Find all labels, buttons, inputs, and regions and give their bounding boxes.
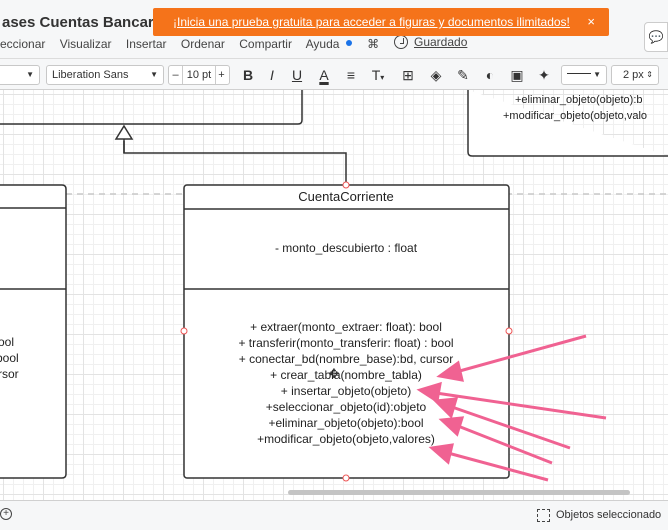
sibling-method-text: ool <box>0 335 14 349</box>
method-text: + crear_tabla(nombre_tabla) <box>270 368 422 382</box>
attribute-text: - monto_descubierto : float <box>275 241 418 255</box>
font-family-select[interactable]: Liberation Sans ▼ <box>46 65 164 85</box>
saved-status[interactable]: Guardado <box>394 35 467 49</box>
font-size-stepper[interactable]: –10 pt + <box>168 65 230 85</box>
inheritance-arrow-icon <box>114 124 134 140</box>
sibling-method-text: bool <box>0 351 19 365</box>
format-toolbar: ▼ Liberation Sans ▼ –10 pt + B I U A ≡ T▾ … <box>0 58 668 90</box>
text-options-icon[interactable]: T▾ <box>368 65 388 85</box>
class-name-text: CuentaCorriente <box>298 189 393 204</box>
title-bar: ases Cuentas Bancaria eccionar Visualiza… <box>0 0 668 58</box>
menu-item-share[interactable]: Compartir <box>239 37 292 51</box>
method-text: +seleccionar_objeto(id):objeto <box>266 400 427 414</box>
trial-banner-link[interactable]: ¡Inicia una prueba gratuita para acceder… <box>173 15 570 29</box>
bold-button[interactable]: B <box>238 65 258 85</box>
sibling-method-text: rsor <box>0 367 19 381</box>
move-cursor-icon: ✥ <box>329 366 340 381</box>
menu-item-select[interactable]: eccionar <box>0 37 45 51</box>
method-text: + extraer(monto_extraer: float): bool <box>250 320 442 334</box>
selection-icon <box>537 509 550 522</box>
opacity-icon[interactable]: ◐ <box>480 65 500 85</box>
font-size-value[interactable]: 10 pt <box>183 66 215 84</box>
zoom-icon[interactable]: + <box>0 508 12 520</box>
font-color-button[interactable]: A <box>314 65 334 85</box>
chevron-down-icon: ▼ <box>26 70 34 79</box>
align-icon[interactable]: ≡ <box>341 65 361 85</box>
method-text: +modificar_objeto(objeto,valores) <box>257 432 435 446</box>
method-text: + conectar_bd(nombre_base):bd, cursor <box>239 352 453 366</box>
line-width-value: 2 px <box>623 69 644 81</box>
sibling-class-box <box>0 184 67 479</box>
stepper-icon: ⇕ <box>646 70 653 79</box>
status-bar: + Objetos seleccionado <box>0 500 668 530</box>
font-family-value: Liberation Sans <box>52 69 129 81</box>
method-text: + transferir(monto_transferir: float) : … <box>238 336 453 350</box>
shortcuts-icon[interactable]: ⌘ <box>367 37 379 51</box>
close-icon[interactable]: × <box>587 14 595 29</box>
menu-item-view[interactable]: Visualizar <box>60 37 112 51</box>
line-width-select[interactable]: 2 px ⇕ <box>611 65 659 85</box>
saved-check-icon <box>394 35 408 49</box>
chevron-down-icon: ▼ <box>150 70 158 79</box>
chevron-down-icon: ▼ <box>593 70 601 79</box>
connection-point <box>180 327 188 335</box>
selection-status-text: Objetos seleccionado <box>556 509 662 521</box>
font-size-decrease-button[interactable]: – <box>169 66 183 84</box>
menu-bar: eccionar Visualizar Insertar Ordenar Com… <box>0 37 390 51</box>
notification-dot <box>345 40 352 46</box>
document-title[interactable]: ases Cuentas Bancaria <box>2 14 166 31</box>
menu-item-arrange[interactable]: Ordenar <box>181 37 225 51</box>
parent-class-box <box>0 90 303 125</box>
style-icon[interactable]: ▣ <box>507 65 527 85</box>
inheritance-connector <box>123 141 347 182</box>
style-dropdown[interactable]: ▼ <box>0 65 40 85</box>
underline-button[interactable]: U <box>287 65 307 85</box>
top-right-method-text: +modificar_objeto(objeto,valo <box>503 110 647 122</box>
top-right-method-text: +eliminar_objeto(objeto):b <box>515 94 643 106</box>
method-text: +eliminar_objeto(objeto):bool <box>268 416 423 430</box>
connection-point <box>342 474 350 482</box>
trial-banner[interactable]: ¡Inicia una prueba gratuita para acceder… <box>153 8 609 36</box>
connection-point <box>342 181 350 189</box>
line-color-icon[interactable]: ✎ <box>453 65 473 85</box>
font-size-increase-button[interactable]: + <box>215 66 227 84</box>
saved-label: Guardado <box>414 35 468 49</box>
diagram-svg: +eliminar_objeto(objeto):b +modificar_ob… <box>0 90 668 495</box>
comment-icon[interactable]: 💬 <box>644 22 668 52</box>
menu-item-insert[interactable]: Insertar <box>126 37 167 51</box>
fill-color-icon[interactable]: ◈ <box>426 65 446 85</box>
italic-button[interactable]: I <box>262 65 282 85</box>
line-style-icon <box>567 73 591 74</box>
line-style-dropdown[interactable]: ▼ <box>561 65 607 85</box>
horizontal-scrollbar <box>288 490 630 495</box>
diagram-canvas[interactable]: +eliminar_objeto(objeto):b +modificar_ob… <box>0 90 668 500</box>
connection-point <box>505 327 513 335</box>
position-icon[interactable]: ⊞ <box>398 65 418 85</box>
magic-icon[interactable]: ✦ <box>534 65 554 85</box>
menu-item-help[interactable]: Ayuda <box>306 37 340 51</box>
method-text: + insertar_objeto(objeto) <box>281 384 411 398</box>
